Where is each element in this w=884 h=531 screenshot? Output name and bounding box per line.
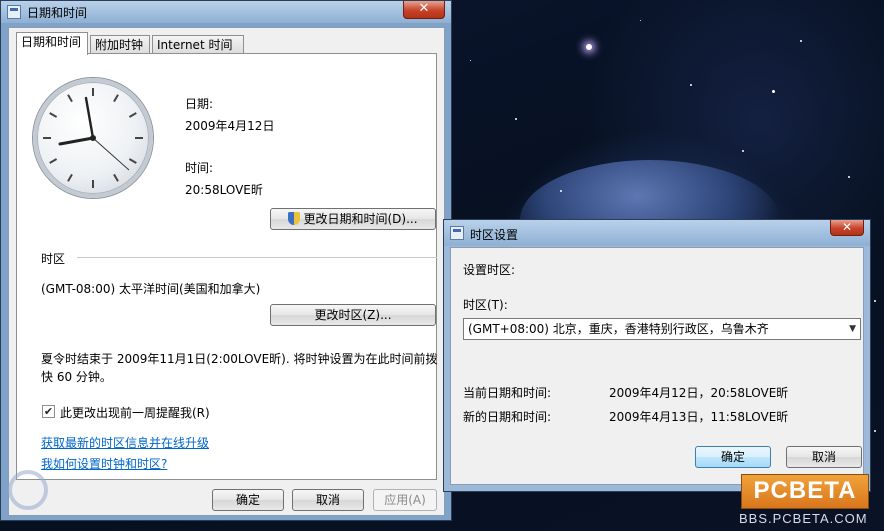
- wallpaper-star: [874, 300, 876, 302]
- change-date-time-button[interactable]: 更改日期和时间(D)...: [270, 208, 436, 230]
- change-timezone-button[interactable]: 更改时区(Z)...: [270, 304, 436, 326]
- ok-button[interactable]: 确定: [212, 489, 284, 511]
- timezone-select-value: (GMT+08:00) 北京，重庆，香港特别行政区，乌鲁木齐: [468, 322, 769, 336]
- clock-face-icon: [43, 88, 143, 188]
- tab-panel: 日期: 2009年4月12日 时间: 20:58LOVE昕 更改日期和时间(D)…: [16, 53, 437, 480]
- dialog-client-area: 设置时区: 时区(T): (GMT+08:00) 北京，重庆，香港特别行政区，乌…: [450, 247, 864, 485]
- wallpaper-star: [586, 44, 592, 50]
- dst-reminder-label[interactable]: 此更改出现前一周提醒我(R): [60, 404, 210, 421]
- date-time-window: 日期和时间 ✕ 日期和时间 附加时钟 Internet 时间 日期: 2009年…: [0, 0, 452, 521]
- wallpaper-star: [640, 20, 641, 21]
- pcbeta-url: BBS.PCBETA.COM: [739, 511, 868, 526]
- uac-shield-icon: [288, 212, 301, 225]
- wallpaper-star: [800, 40, 802, 42]
- dialog-ok-button[interactable]: 确定: [695, 446, 771, 468]
- dst-notice-line1: 夏令时结束于 2009年11月1日(2:00LOVE昕). 将时钟设置为在此时间…: [41, 352, 438, 366]
- current-datetime-value: 2009年4月12日，20:58LOVE昕: [609, 386, 789, 400]
- time-value: 20:58LOVE昕: [185, 183, 263, 197]
- wallpaper-star: [515, 118, 517, 120]
- chevron-down-icon: ▼: [849, 324, 856, 334]
- change-date-time-button-label: 更改日期和时间(D)...: [303, 212, 418, 226]
- dialog-title-bar[interactable]: 时区设置 ✕: [444, 220, 870, 246]
- set-timezone-heading: 设置时区:: [463, 263, 516, 277]
- apply-button[interactable]: 应用(A): [373, 489, 437, 511]
- window-client-area: 日期和时间 附加时钟 Internet 时间 日期: 2009年4月12日 时间…: [8, 27, 445, 516]
- wallpaper-star: [772, 90, 775, 93]
- date-value: 2009年4月12日: [185, 119, 275, 133]
- timezone-settings-dialog: 时区设置 ✕ 设置时区: 时区(T): (GMT+08:00) 北京，重庆，香港…: [443, 219, 871, 492]
- wallpaper-star: [560, 190, 562, 192]
- close-button[interactable]: ✕: [403, 1, 445, 19]
- watermark-ring-icon: [8, 470, 48, 510]
- new-datetime-label: 新的日期和时间:: [463, 410, 552, 424]
- update-timezone-link[interactable]: 获取最新的时区信息并在线升级: [41, 434, 209, 451]
- window-title: 日期和时间: [27, 6, 88, 20]
- wallpaper-star: [470, 60, 471, 61]
- pcbeta-logo: PCBETA: [741, 474, 869, 509]
- wallpaper-star: [742, 150, 744, 152]
- date-label: 日期:: [185, 97, 214, 111]
- new-datetime-value: 2009年4月13日，11:58LOVE昕: [609, 410, 789, 424]
- timezone-app-icon: [450, 226, 464, 240]
- title-bar[interactable]: 日期和时间 ✕: [1, 1, 451, 23]
- tab-date-time[interactable]: 日期和时间: [16, 32, 88, 55]
- timezone-section-title: 时区: [41, 252, 66, 266]
- timezone-field-label: 时区(T):: [463, 298, 508, 312]
- timezone-select[interactable]: (GMT+08:00) 北京，重庆，香港特别行政区，乌鲁木齐 ▼: [463, 318, 861, 340]
- timezone-value: (GMT-08:00) 太平洋时间(美国和加拿大): [41, 282, 261, 296]
- time-label: 时间:: [185, 161, 214, 175]
- dialog-title: 时区设置: [470, 228, 519, 242]
- tab-additional-clocks[interactable]: 附加时钟: [90, 35, 150, 54]
- tab-internet-time[interactable]: Internet 时间: [152, 35, 244, 54]
- wallpaper-star: [874, 430, 876, 432]
- forum-watermark-logo: [2, 466, 132, 528]
- section-divider: [77, 257, 437, 258]
- dst-notice-line2: 快 60 分钟。: [41, 370, 112, 384]
- dialog-cancel-button[interactable]: 取消: [786, 446, 862, 468]
- wallpaper-star: [690, 84, 692, 86]
- current-datetime-label: 当前日期和时间:: [463, 386, 552, 400]
- cancel-button[interactable]: 取消: [292, 489, 364, 511]
- date-time-app-icon: [7, 5, 21, 19]
- analog-clock: [33, 78, 153, 198]
- wallpaper-star: [848, 176, 850, 178]
- dialog-close-button[interactable]: ✕: [830, 220, 864, 236]
- dst-reminder-checkbox[interactable]: ✔: [42, 405, 55, 418]
